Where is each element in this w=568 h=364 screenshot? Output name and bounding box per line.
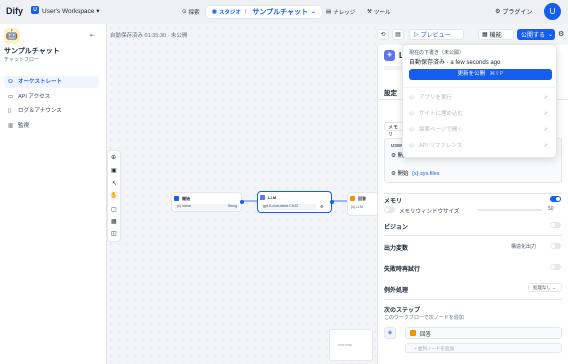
settings-icon[interactable]: ⚙: [320, 204, 324, 209]
compass-icon: ⊙: [182, 9, 187, 15]
retry-toggle[interactable]: [550, 264, 561, 270]
app-icon: 🤖: [4, 28, 20, 44]
sidebar-item-orchestrate[interactable]: ⚇ オーケストレート: [4, 76, 99, 88]
file-icon: ▯: [8, 108, 12, 114]
app-title[interactable]: サンプルチャット: [252, 7, 308, 17]
external-link-icon: ↗: [543, 111, 548, 117]
vision-toggle[interactable]: [550, 222, 561, 228]
menu-embed-site[interactable]: ◎ サイトに埋め込む ↗: [409, 107, 552, 121]
publish-dropdown: 現在の下書き（未公開） 自動保存済み · a few seconds ago 更…: [402, 44, 558, 158]
output-handle[interactable]: [240, 200, 244, 204]
exception-select[interactable]: 処理なし ⌄: [528, 283, 562, 292]
menu-open-explore[interactable]: ◎ 探索ページで開く ↗: [409, 123, 552, 137]
answer-icon: [350, 196, 355, 201]
structured-output-label: 構造化出力: [511, 244, 537, 250]
preview-button[interactable]: ▷ プレビュー: [409, 29, 464, 40]
menu-run-app[interactable]: ◎ アプリを実行 ↗: [409, 91, 552, 105]
chevron-down-icon: ⌄: [311, 9, 316, 15]
history-icon[interactable]: ⟲: [377, 29, 389, 40]
memory-toggle[interactable]: [550, 196, 561, 202]
play-icon: ▷: [414, 32, 419, 38]
dify-logo[interactable]: Dify: [6, 6, 23, 16]
play-circle-icon: ◎: [409, 95, 414, 101]
nav-knowledge[interactable]: ▤ ナレッジ: [320, 6, 361, 18]
external-link-icon: ↗: [543, 143, 548, 149]
terminal-icon: ▭: [8, 94, 14, 100]
checklist-icon[interactable]: ▤: [392, 29, 404, 40]
output-vars-label[interactable]: 出力変数: [384, 243, 408, 252]
start-icon: [174, 196, 179, 201]
compass-icon: ◎: [409, 127, 414, 133]
variable-icon: ⚙: [391, 153, 396, 159]
nav-tools[interactable]: ⚒ ツール: [361, 6, 396, 18]
output-handle[interactable]: [330, 200, 334, 204]
book-icon: ◎: [409, 143, 414, 149]
external-link-icon: ↗: [543, 127, 548, 133]
plugin-icon: ⚙: [495, 9, 501, 15]
top-bar: Dify U User's Workspace ▾ ⊙ 探索 ◉ スタジオ / …: [0, 0, 568, 24]
avatar[interactable]: U: [544, 3, 561, 20]
add-parallel-node-button[interactable]: + 並列ノードを追加: [405, 343, 562, 353]
next-step-title: 次のステップ: [384, 308, 421, 314]
workspace-switcher[interactable]: User's Workspace ▾: [42, 7, 100, 15]
answer-icon: [410, 330, 416, 336]
nav-studio[interactable]: ◉ スタジオ / サンプルチャット ⌄: [206, 6, 322, 18]
memory-window-value[interactable]: 50: [548, 206, 554, 212]
llm-icon: ◈: [384, 327, 396, 339]
nav-explore[interactable]: ⊙ 探索: [176, 6, 206, 18]
collapse-sidebar-icon[interactable]: ⇤: [90, 32, 95, 39]
plugin-link[interactable]: ⚙ プラグイン: [495, 7, 532, 16]
features-button[interactable]: ▦ 機能: [478, 29, 514, 40]
exception-label: 例外処理: [384, 288, 409, 294]
minimap[interactable]: mini map: [329, 329, 373, 361]
chart-icon: ▥: [8, 123, 14, 129]
next-node-answer[interactable]: 回答: [405, 327, 562, 339]
embed-icon: ◎: [409, 111, 414, 117]
workspace-badge: U: [31, 6, 39, 14]
llm-node-icon: ◈: [384, 50, 395, 61]
node-llm[interactable]: LLM gpt-5-chat-latest CHAT ⚙: [257, 191, 334, 213]
memory-window-slider[interactable]: [477, 209, 542, 211]
menu-api-reference[interactable]: ◎ API リファレンス ↗: [409, 139, 552, 153]
vision-label: ビジョン: [384, 225, 409, 231]
variable-icon: ⚙: [391, 171, 396, 177]
sidebar-item-monitor[interactable]: ▥ 監視: [4, 120, 99, 132]
draft-label: 現在の下書き（未公開）: [409, 50, 465, 56]
structured-output-toggle[interactable]: [550, 243, 561, 249]
grid-icon: ▦: [482, 32, 488, 38]
env-settings-icon[interactable]: ⚙: [558, 30, 564, 38]
studio-icon: ◉: [212, 9, 217, 15]
chevron-down-icon: ⌄: [548, 32, 554, 38]
memory-window-label: メモリウィンドウサイズ: [399, 209, 460, 215]
orchestrate-icon: ⚇: [8, 79, 13, 85]
sidebar-item-api[interactable]: ▭ API アクセス: [4, 91, 99, 103]
llm-icon: [260, 195, 265, 200]
publish-button[interactable]: 公開する ⌄: [517, 29, 555, 40]
next-step-desc: このワークフローで次ノードを追加: [384, 315, 464, 321]
app-type: チャットフロー: [4, 57, 39, 63]
tool-icon: ⚒: [367, 9, 372, 15]
edges: [242, 200, 347, 202]
memory-window-toggle[interactable]: [384, 207, 395, 213]
external-link-icon: ↗: [543, 95, 548, 101]
sidebar: 🤖 ⇤ サンプルチャット チャットフロー ⚇ オーケストレート ▭ API アク…: [0, 24, 107, 364]
chevron-down-icon: ⌄: [552, 285, 557, 290]
publish-update-button[interactable]: 更新を公開 ⌘⇧P: [409, 69, 552, 80]
node-start[interactable]: 開始 (x) name String: [171, 192, 244, 212]
workflow-canvas[interactable]: 自動保存済み 01:35:30 · 未公開 ⊕ ▣ ↖ ✋ ▢ ▦ ◫ 開始 (…: [107, 24, 387, 364]
saved-status: 自動保存済み · a few seconds ago: [409, 60, 501, 66]
sidebar-item-logs[interactable]: ▯ ログ＆アナウンス: [4, 105, 99, 117]
app-name: サンプルチャット: [4, 48, 60, 55]
memory-label: メモリ: [384, 199, 403, 205]
book-icon: ▤: [326, 9, 332, 15]
retry-label: 失敗時再試行: [384, 267, 421, 273]
